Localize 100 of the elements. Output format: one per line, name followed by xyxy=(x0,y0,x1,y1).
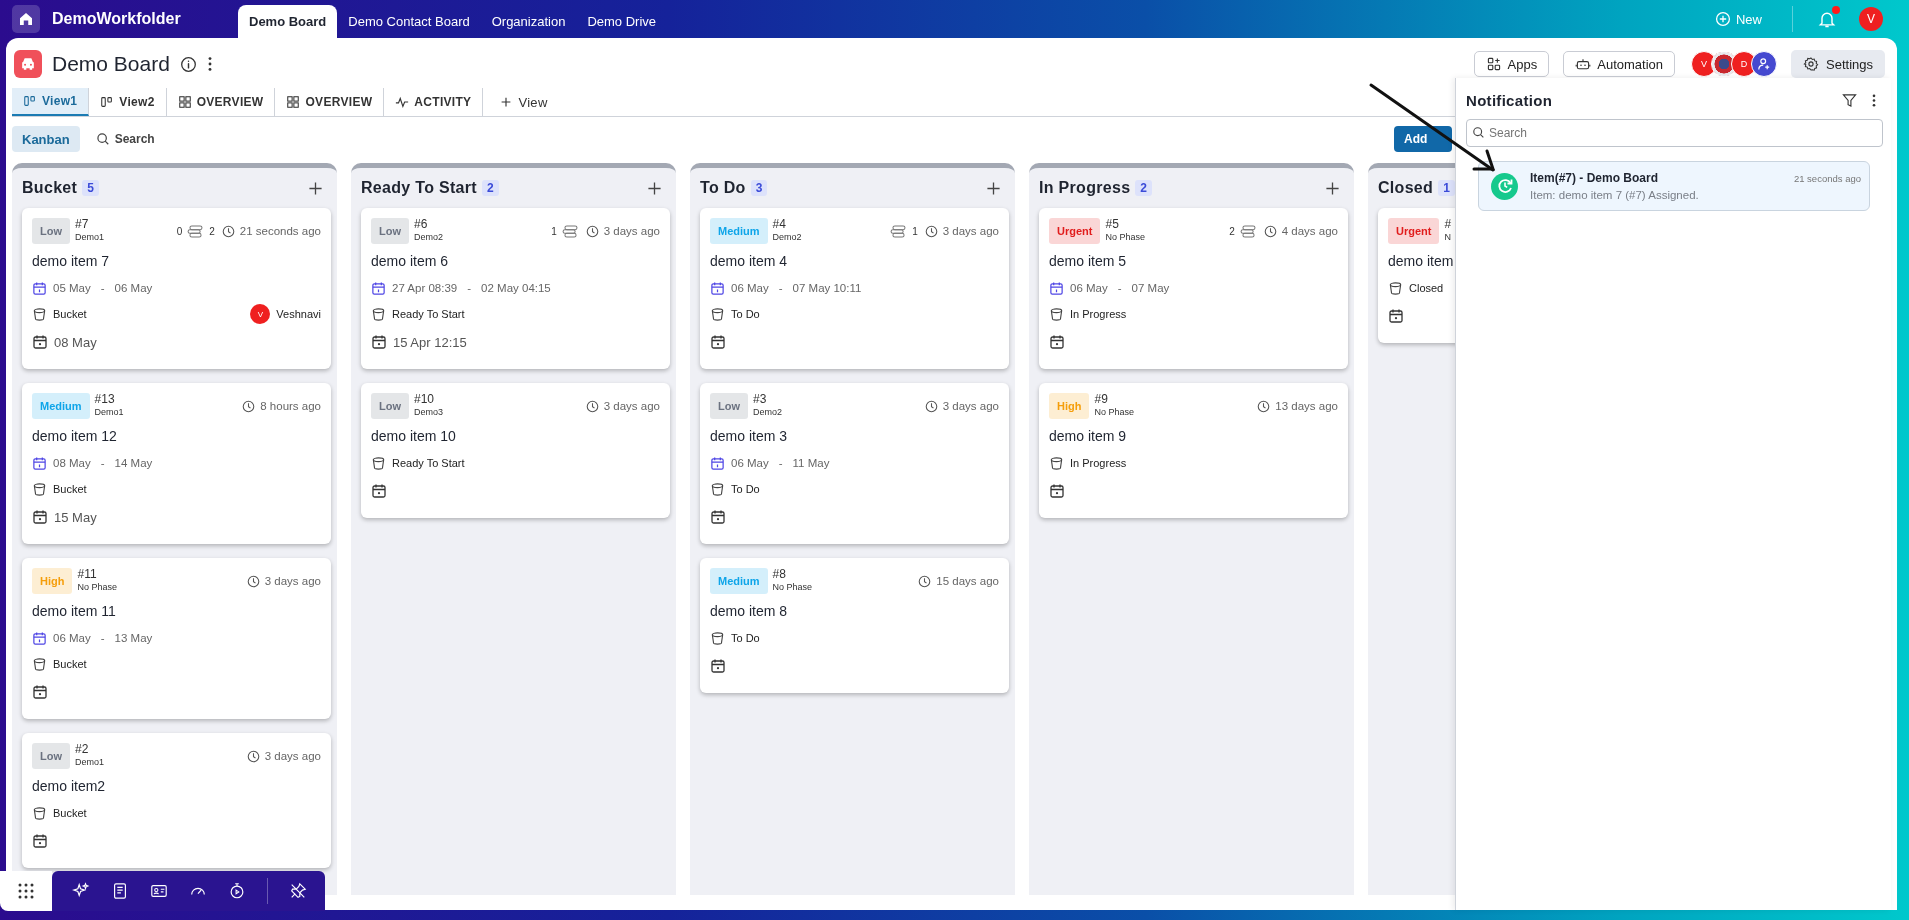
view-tab[interactable]: View xyxy=(483,88,559,116)
created-time: 3 days ago xyxy=(942,225,999,237)
bucket-label: Ready To Start xyxy=(392,308,465,320)
date-separator: - xyxy=(1117,282,1122,294)
view-tab[interactable]: OVERVIEW xyxy=(166,88,276,116)
nav-tab[interactable]: Demo Board xyxy=(238,5,338,38)
assignee-avatar: V xyxy=(250,304,271,324)
phase-label: Demo1 xyxy=(94,406,124,419)
priority-tag: Medium xyxy=(710,568,768,594)
view-tab[interactable]: View1 xyxy=(12,88,90,116)
due-date-icon[interactable] xyxy=(371,483,387,499)
add-icon[interactable] xyxy=(986,180,1001,196)
search-button[interactable]: Search xyxy=(89,131,161,147)
subtask-icon xyxy=(561,224,579,238)
task-card[interactable]: Urgent #5 No Phase 2 4 days ago demo item 5 06 May - 07 May In Progress xyxy=(1039,208,1348,369)
priority-tag: Urgent xyxy=(1388,218,1440,244)
clock-icon xyxy=(924,399,938,413)
more-icon[interactable] xyxy=(206,55,213,73)
due-date-icon[interactable] xyxy=(32,509,48,525)
column-count: 1 xyxy=(1438,180,1455,196)
home-icon[interactable] xyxy=(12,5,40,33)
task-card[interactable]: Medium #8 No Phase 15 days ago demo item 8 To Do xyxy=(700,558,1009,693)
item-title: demo item 12 xyxy=(32,428,118,444)
add-icon[interactable] xyxy=(1325,180,1340,196)
filter-icon[interactable] xyxy=(1842,92,1857,108)
bucket-icon xyxy=(371,306,386,322)
column-count: 2 xyxy=(481,180,499,196)
bucket-label: In Progress xyxy=(1070,457,1127,469)
due-date-icon[interactable] xyxy=(1049,334,1065,350)
document-icon[interactable] xyxy=(111,882,129,900)
task-card[interactable]: Medium #4 Demo2 1 3 days ago demo item 4 06 May - 07 May 10:11 To Do xyxy=(700,208,1009,369)
add-icon[interactable] xyxy=(308,180,323,196)
kanban-mode-button[interactable]: Kanban xyxy=(12,126,80,152)
view-tab[interactable]: ACTIVITY xyxy=(384,88,484,116)
task-card[interactable]: Medium #13 Demo1 8 hours ago demo item 12 08 May - 14 May Bucket 15 May xyxy=(22,383,331,544)
task-card[interactable]: Low #2 Demo1 3 days ago demo item2 Bucket xyxy=(22,733,331,868)
user-avatar[interactable]: V xyxy=(1859,7,1883,31)
task-card[interactable]: Low #10 Demo3 3 days ago demo item 10 Ready To Start xyxy=(361,383,670,518)
item-number: #10 xyxy=(414,393,436,406)
id-card-icon[interactable] xyxy=(150,882,168,900)
clock-icon xyxy=(585,224,599,238)
unpin-icon[interactable] xyxy=(289,882,307,900)
task-card[interactable]: Low #3 Demo2 3 days ago demo item 3 06 May - 11 May To Do xyxy=(700,383,1009,544)
task-card[interactable]: Low #6 Demo2 1 3 days ago demo item 6 27 Apr 08:39 - 02 May 04:15 Ready To Start 15 Apr 12:15 xyxy=(361,208,670,369)
add-member-icon[interactable] xyxy=(1751,51,1777,77)
sparkle-icon[interactable] xyxy=(72,882,90,900)
grid-icon xyxy=(286,95,301,109)
due-date-icon[interactable] xyxy=(371,334,387,350)
nav-tab[interactable]: Demo Contact Board xyxy=(337,5,481,38)
search-field[interactable]: Search xyxy=(1466,119,1883,147)
app-grid-icon[interactable] xyxy=(0,871,52,911)
item-number: #2 xyxy=(75,743,90,756)
more-icon[interactable] xyxy=(1871,92,1877,108)
board-title: Demo Board xyxy=(52,52,170,76)
task-card[interactable]: Low #7 Demo1 0 2 21 seconds ago demo item 7 05 May - 06 May Bucket V Veshnavi 08 May xyxy=(22,208,331,369)
due-date-icon[interactable] xyxy=(710,509,726,525)
bucket-label: Bucket xyxy=(53,308,87,320)
due-date-icon[interactable] xyxy=(710,658,726,674)
item-title: demo item 9 xyxy=(1049,428,1128,444)
nav-tab[interactable]: Organization xyxy=(480,5,577,38)
due-date-icon[interactable] xyxy=(1388,308,1404,324)
timer-icon[interactable] xyxy=(228,882,246,900)
bucket-label: To Do xyxy=(731,308,760,320)
item-number: #7 xyxy=(75,218,90,231)
item-title: demo item 11 xyxy=(32,603,117,619)
created-time: 3 days ago xyxy=(264,575,321,587)
task-card[interactable]: High #11 No Phase 3 days ago demo item 11 06 May - 13 May Bucket xyxy=(22,558,331,719)
due-date-icon[interactable] xyxy=(1049,483,1065,499)
item-title: demo item 3 xyxy=(710,428,789,444)
view-tab[interactable]: OVERVIEW xyxy=(275,88,385,116)
view-tab[interactable]: View2 xyxy=(89,88,167,116)
due-date-icon[interactable] xyxy=(710,334,726,350)
item-number: #13 xyxy=(94,393,116,406)
end-date: 07 May 10:11 xyxy=(792,282,862,294)
item-number: #3 xyxy=(753,393,768,406)
pulse-icon xyxy=(395,95,410,109)
phase-label: Demo1 xyxy=(75,756,104,769)
task-card[interactable]: High #9 No Phase 13 days ago demo item 9 In Progress xyxy=(1039,383,1348,518)
robot-icon xyxy=(1575,56,1592,72)
start-date: 06 May xyxy=(731,457,769,469)
column-title: To Do xyxy=(700,179,746,197)
clock-icon xyxy=(585,399,599,413)
phase-label: Demo2 xyxy=(414,231,443,244)
settings-button[interactable]: Settings xyxy=(1791,50,1885,78)
bell-icon[interactable] xyxy=(1817,9,1837,29)
due-date-icon[interactable] xyxy=(32,833,48,849)
task-card[interactable]: Urgent # N demo item Closed xyxy=(1378,208,1455,343)
add-icon[interactable] xyxy=(647,180,662,196)
automation-button[interactable]: Automation xyxy=(1563,51,1675,77)
start-date: 06 May xyxy=(53,632,91,644)
due-date-icon[interactable] xyxy=(32,334,48,350)
clock-icon xyxy=(221,224,235,238)
bucket-icon xyxy=(1049,306,1064,322)
bucket-label: Closed xyxy=(1409,282,1444,294)
add-item-button[interactable]: Add xyxy=(1394,126,1452,152)
info-icon[interactable] xyxy=(179,55,197,73)
due-date-icon[interactable] xyxy=(32,684,48,700)
notification-item[interactable]: Item(#7) - Demo Board 21 seconds ago Item: demo item 7 (#7) Assigned. xyxy=(1478,161,1870,211)
apps-button[interactable]: Apps xyxy=(1473,51,1550,77)
nav-tab[interactable]: Demo Drive xyxy=(576,5,668,38)
